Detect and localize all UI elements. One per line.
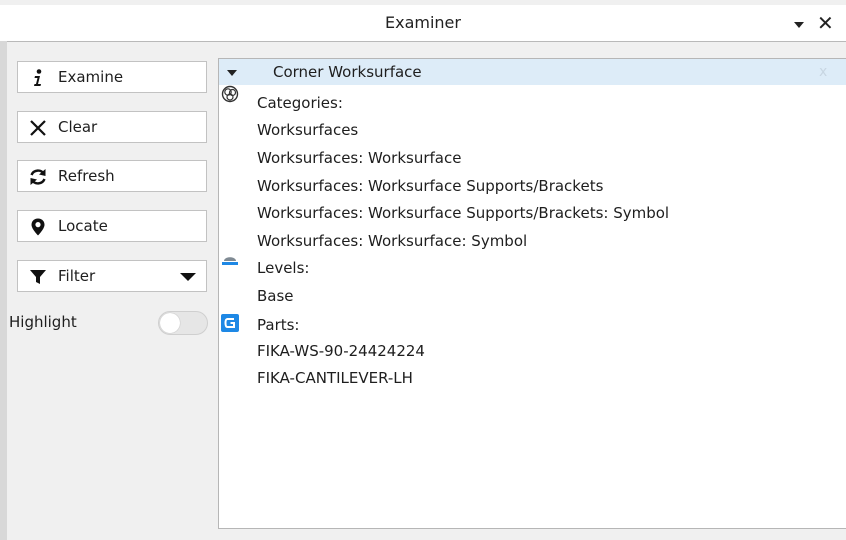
toggle-knob [160,313,180,333]
caret-down-icon[interactable] [180,273,196,281]
categories-heading: Categories: [257,94,343,112]
expand-caret-icon[interactable] [227,70,237,76]
close-icon [30,120,46,136]
parts-app-icon [221,314,239,332]
examine-label: Examine [58,68,124,86]
parts-heading: Parts: [257,316,300,334]
tree-item[interactable]: Worksurfaces: Worksurface Supports/Brack… [257,202,669,224]
remove-selection-button[interactable]: x [819,59,827,85]
filter-icon [30,270,46,284]
clear-button[interactable]: Clear [17,111,207,143]
tree-item[interactable]: Worksurfaces [257,119,358,141]
dock-edge [0,41,7,540]
filter-button[interactable]: Filter [17,260,207,292]
close-window-button[interactable]: ✕ [817,5,834,41]
highlight-toggle[interactable] [158,311,208,335]
tree-item[interactable]: Worksurfaces: Worksurface: Symbol [257,230,527,252]
map-pin-icon [31,218,45,236]
locate-button[interactable]: Locate [17,210,207,242]
title-bar: Examiner ✕ [0,5,846,42]
selected-element-name: Corner Worksurface [273,63,422,81]
info-icon [34,69,42,86]
refresh-icon [30,169,46,185]
filter-label: Filter [58,267,96,285]
tree-item[interactable]: Base [257,285,294,307]
tree-item[interactable]: FIKA-CANTILEVER-LH [257,367,413,389]
selected-element-row[interactable]: Corner Worksurface x [219,59,846,85]
tree-item[interactable]: Worksurfaces: Worksurface Supports/Brack… [257,175,603,197]
examine-button[interactable]: Examine [17,61,207,93]
tree-item[interactable]: FIKA-WS-90-24424224 [257,340,425,362]
highlight-label: Highlight [9,313,77,331]
tree-item[interactable]: Worksurfaces: Worksurface [257,147,461,169]
window-title: Examiner [385,13,461,32]
categories-icon [221,85,239,103]
examiner-tree[interactable]: Corner Worksurface x Categories: Worksur… [218,58,846,529]
clear-label: Clear [58,118,98,136]
level-icon [222,257,238,265]
refresh-label: Refresh [58,167,115,185]
locate-label: Locate [58,217,108,235]
chevron-down-icon[interactable] [794,22,804,28]
refresh-button[interactable]: Refresh [17,160,207,192]
levels-heading: Levels: [257,259,310,277]
